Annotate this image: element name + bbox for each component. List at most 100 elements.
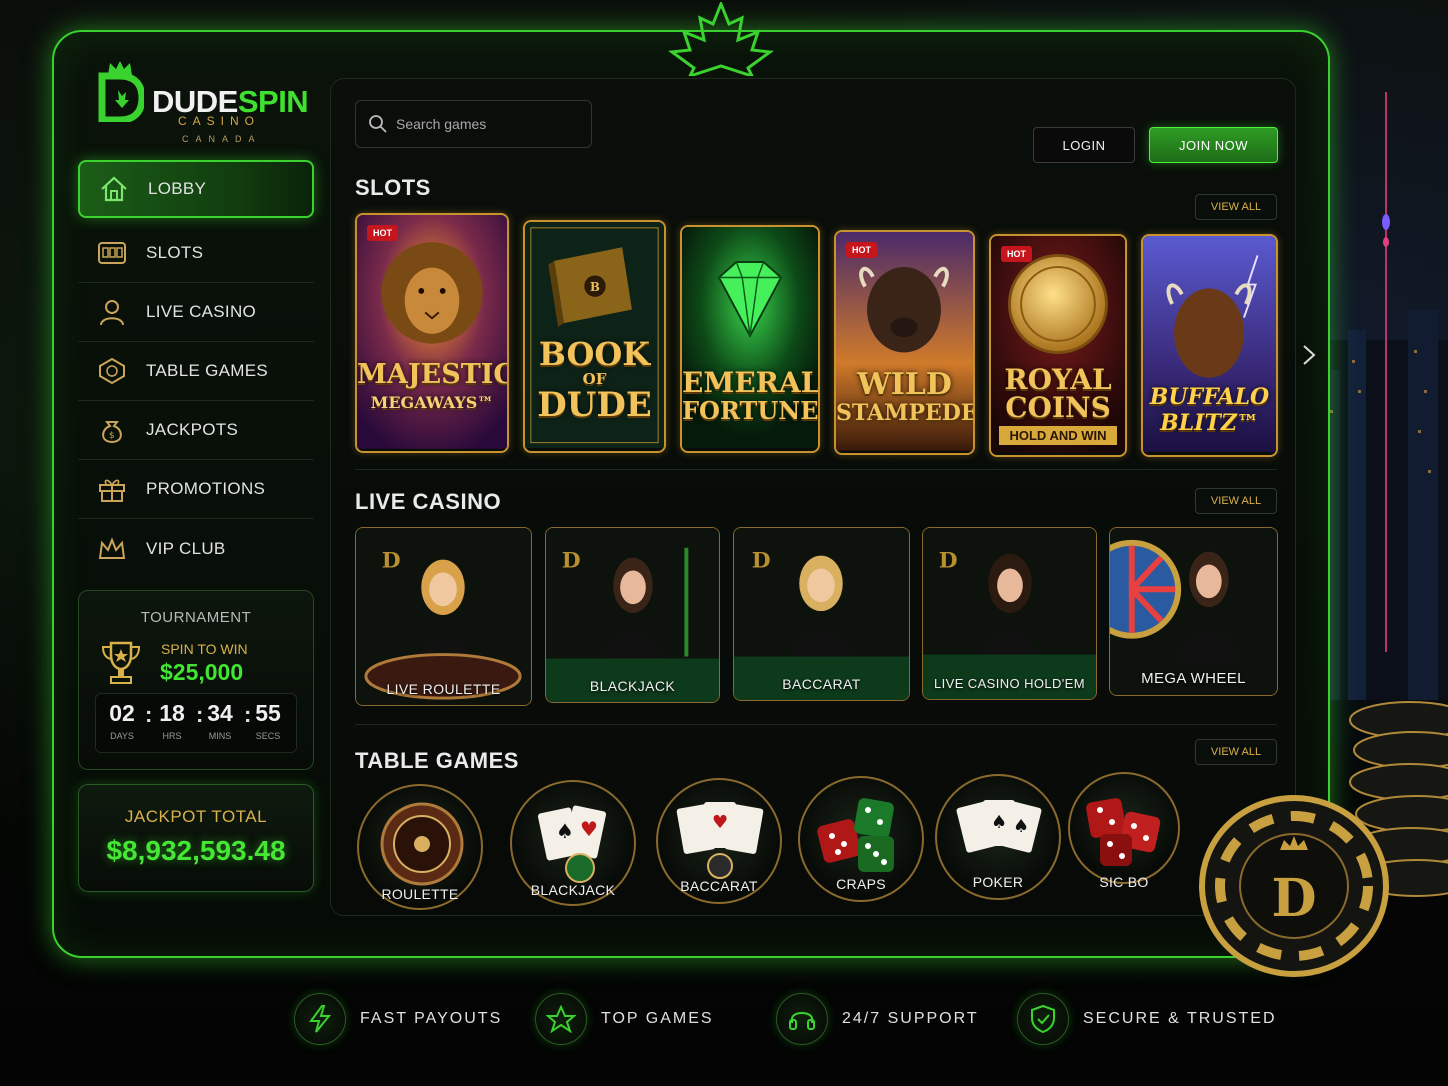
slot-card-book-of-dude[interactable]: B BOOK OF DUDE	[523, 220, 666, 453]
cn-tower-image	[1382, 92, 1390, 652]
table-game-sic-bo[interactable]: SIC BO	[1068, 772, 1194, 912]
slots-section-title: SLOTS	[355, 175, 431, 200]
crown-icon	[96, 534, 128, 564]
jackpot-panel[interactable]: JACKPOT TOTAL $8,932,593.48	[78, 784, 314, 892]
table-game-baccarat[interactable]: ♥ BACCARAT	[656, 778, 782, 918]
countdown-hours: 18 HRS	[159, 700, 185, 741]
trophy-icon	[101, 641, 141, 684]
sidebar-nav: LOBBY SLOTS LIVE CASINO TABLE GAMES $ JA…	[78, 160, 314, 578]
slot-card-buffalo-blitz[interactable]: BUFFALO BLITZ™	[1141, 234, 1278, 457]
search-input[interactable]	[396, 116, 576, 132]
chevron-right-icon[interactable]	[1300, 343, 1318, 367]
slot-subtitle: BLITZ™	[1160, 410, 1259, 436]
live-card-label: BACCARAT	[782, 676, 861, 692]
feature-label: FAST PAYOUTS	[360, 1010, 503, 1027]
svg-text:♠: ♠	[991, 812, 1007, 833]
search-icon	[369, 115, 387, 133]
table-game-label: BLACKJACK	[530, 882, 616, 898]
sidebar-item-label: LIVE CASINO	[146, 302, 257, 321]
shield-check-icon	[1017, 993, 1069, 1045]
tournament-title: TOURNAMENT	[140, 609, 252, 626]
feature-label: SECURE & TRUSTED	[1083, 1010, 1277, 1027]
dealer-blackjack-image: D	[546, 528, 719, 702]
svg-text:D: D	[1271, 868, 1316, 929]
table-game-label: BACCARAT	[680, 878, 758, 894]
svg-text:♥: ♥	[580, 817, 598, 841]
live-card-mega-wheel[interactable]: MEGA WHEEL	[1109, 527, 1278, 696]
svg-text:♠: ♠	[1013, 816, 1029, 837]
slot-title: WILD	[857, 367, 952, 402]
svg-text:D: D	[562, 549, 581, 574]
feature-top-games: TOP GAMES	[535, 993, 714, 1045]
sidebar-item-label: LOBBY	[148, 179, 207, 198]
live-casino-view-all-button[interactable]: VIEW ALL	[1195, 488, 1277, 514]
headset-icon	[776, 993, 828, 1045]
brand-chip-image: D	[1199, 795, 1389, 977]
sidebar-item-label: PROMOTIONS	[146, 479, 266, 498]
table-game-label: CRAPS	[836, 876, 886, 892]
sidebar-item-vip-club[interactable]: VIP CLUB	[78, 519, 314, 578]
section-divider	[355, 469, 1277, 470]
search-bar[interactable]	[355, 100, 592, 148]
live-card-live-roulette[interactable]: D LIVE ROULETTE	[355, 527, 532, 706]
slot-title: MAJESTIC	[357, 359, 509, 390]
slot-subtitle: MEGAWAYS™	[370, 393, 494, 412]
live-casino-section-title: LIVE CASINO	[355, 489, 502, 514]
money-bag-icon: $	[96, 415, 128, 445]
slot-machine-icon	[96, 238, 128, 268]
sidebar-item-label: VIP CLUB	[146, 538, 226, 558]
star-icon	[535, 993, 587, 1045]
slot-card-royal-coins[interactable]: HOT ROYAL COINS HOLD AND WIN	[989, 234, 1127, 457]
dealer-icon	[96, 297, 128, 327]
slot-title: EMERALD	[682, 366, 820, 399]
live-card-casino-holdem[interactable]: D LIVE CASINO HOLD'EM	[922, 527, 1097, 700]
sidebar-item-table-games[interactable]: TABLE GAMES	[78, 342, 314, 401]
slot-tagline: HOLD AND WIN	[999, 426, 1117, 445]
brand-subtitle: CASINO	[178, 114, 261, 128]
sidebar-item-promotions[interactable]: PROMOTIONS	[78, 460, 314, 519]
slot-title: BOOK	[538, 335, 651, 373]
table-game-roulette[interactable]: ROULETTE	[357, 784, 483, 924]
feature-label: TOP GAMES	[601, 1010, 714, 1027]
sidebar-item-jackpots[interactable]: $ JACKPOTS	[78, 401, 314, 460]
live-card-baccarat[interactable]: D BACCARAT	[733, 527, 910, 701]
svg-text:D: D	[939, 549, 958, 574]
tournament-subtitle: SPIN TO WIN	[161, 641, 248, 657]
section-divider	[355, 724, 1277, 725]
table-game-poker[interactable]: ♠ ♠ POKER	[935, 774, 1061, 914]
sidebar-item-label: TABLE GAMES	[146, 361, 269, 380]
slot-title-line3: DUDE	[537, 385, 652, 425]
svg-text:♥: ♥	[712, 812, 728, 833]
svg-text:B: B	[590, 280, 600, 294]
slot-card-majestic-megaways[interactable]: HOT MAJESTIC MEGAWAYS™	[355, 213, 509, 453]
brand-logo[interactable]: DUDESPIN CASINO CANADA	[98, 60, 309, 150]
svg-text:D: D	[382, 549, 401, 574]
feature-support: 24/7 SUPPORT	[776, 993, 979, 1045]
countdown-days: 02 DAYS	[109, 700, 135, 741]
lightning-icon	[294, 993, 346, 1045]
brand-region: CANADA	[182, 134, 262, 144]
feature-label: 24/7 SUPPORT	[842, 1010, 979, 1027]
sidebar-item-lobby[interactable]: LOBBY	[78, 160, 314, 218]
sidebar-item-slots[interactable]: SLOTS	[78, 224, 314, 283]
live-card-blackjack[interactable]: D BLACKJACK	[545, 527, 720, 703]
join-now-button[interactable]: JOIN NOW	[1149, 127, 1278, 163]
sidebar-item-label: SLOTS	[146, 243, 204, 262]
tournament-panel[interactable]: TOURNAMENT SPIN TO WIN $25,000 02 DAYS :…	[78, 590, 314, 770]
hot-badge: HOT	[1001, 246, 1032, 262]
slot-card-wild-stampede[interactable]: HOT WILD STAMPEDE	[834, 230, 975, 455]
sidebar-item-label: JACKPOTS	[146, 420, 239, 439]
table-games-view-all-button[interactable]: VIEW ALL	[1195, 739, 1277, 765]
slot-subtitle: COINS	[1005, 391, 1111, 424]
dealer-baccarat-image: D	[734, 528, 909, 700]
svg-text:D: D	[752, 549, 771, 574]
table-game-blackjack[interactable]: ♠ ♥ BLACKJACK	[510, 780, 636, 920]
live-card-label: LIVE CASINO HOLD'EM	[934, 676, 1085, 691]
table-game-craps[interactable]: CRAPS	[798, 776, 924, 916]
slot-card-emerald-fortune[interactable]: EMERALD FORTUNE	[680, 225, 820, 453]
gift-icon	[96, 474, 128, 504]
slots-view-all-button[interactable]: VIEW ALL	[1195, 194, 1277, 220]
table-game-label: SIC BO	[1099, 874, 1149, 890]
sidebar-item-live-casino[interactable]: LIVE CASINO	[78, 283, 314, 342]
login-button[interactable]: LOGIN	[1033, 127, 1135, 163]
